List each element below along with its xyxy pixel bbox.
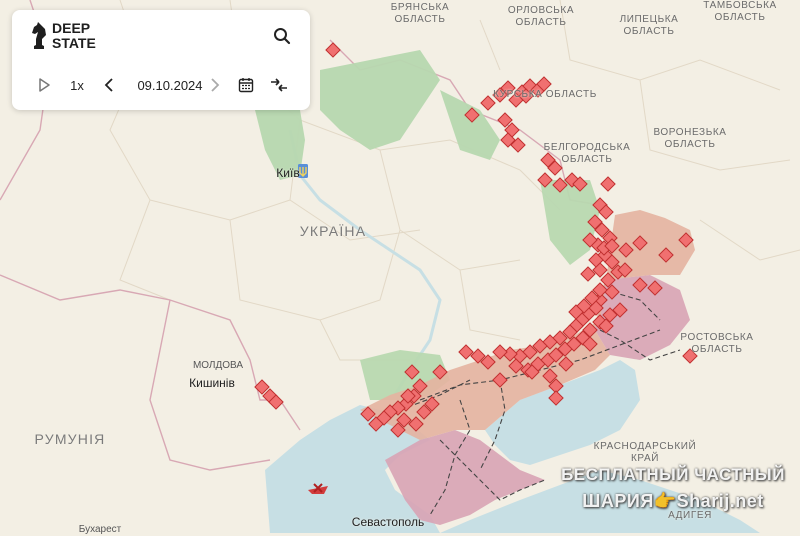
chevron-right-icon [211, 78, 220, 92]
compare-arrows-icon [271, 78, 287, 92]
label-bryansk-oblast: БРЯНСЬКА ОБЛАСТЬ [390, 2, 450, 25]
next-date-button[interactable] [206, 71, 224, 99]
brand-name: DEEP STATE [52, 21, 112, 51]
label-sevastopol: Севастополь [351, 515, 425, 529]
label-moldova: МОЛДОВА [192, 360, 244, 371]
label-voronezh-oblast: ВОРОНЕЗЬКА ОБЛАСТЬ [653, 127, 727, 150]
calendar-icon [238, 78, 254, 93]
deepstate-logo[interactable]: DEEP STATE [30, 18, 112, 54]
label-lipetsk-oblast: ЛИПЕЦЬКА ОБЛАСТЬ [619, 14, 679, 37]
play-button[interactable] [34, 71, 54, 99]
label-belgorod-oblast: БЕЛГОРОДСЬКА ОБЛАСТЬ [543, 142, 631, 165]
brand-line-1: DEEP [52, 20, 91, 36]
control-panel: DEEP STATE 1x 09.10.2024 [12, 10, 310, 110]
watermark: БЕСПЛАТНЫЙ ЧАСТНЫЙ ШАРИЯ👉Sharij.net [548, 462, 798, 514]
watermark-line-1: БЕСПЛАТНЫЙ ЧАСТНЫЙ [561, 465, 785, 484]
label-chisinau: Кишинів [189, 376, 235, 390]
knight-icon [32, 22, 46, 49]
compare-button[interactable] [266, 71, 292, 99]
label-kursk-oblast: КУРСЬКА ОБЛАСТЬ [493, 89, 597, 100]
label-rostov-oblast: РОСТОВСЬКА ОБЛАСТЬ [680, 332, 754, 355]
timeline-controls: 1x 09.10.2024 [12, 70, 310, 100]
label-romania: РУМУНІЯ [34, 431, 106, 447]
speed-button[interactable]: 1x [64, 71, 90, 99]
label-ukraine: УКРАЇНА [299, 223, 367, 239]
current-date[interactable]: 09.10.2024 [124, 71, 216, 99]
label-kyiv: Київ [276, 166, 300, 180]
watermark-line-2: ШАРИЯ👉Sharij.net [582, 491, 764, 511]
search-button[interactable] [268, 22, 296, 50]
prev-date-button[interactable] [100, 71, 118, 99]
brand-line-2: STATE [52, 35, 96, 51]
label-orlovsk-oblast: ОРЛОВСЬКА ОБЛАСТЬ [507, 5, 575, 28]
search-icon [274, 28, 291, 45]
play-icon [39, 78, 50, 92]
calendar-button[interactable] [234, 71, 258, 99]
chevron-left-icon [104, 78, 113, 92]
label-tambov-oblast: ТАМБОВСЬКА ОБЛАСТЬ [703, 0, 777, 23]
label-bucharest: Бухарест [78, 524, 122, 535]
